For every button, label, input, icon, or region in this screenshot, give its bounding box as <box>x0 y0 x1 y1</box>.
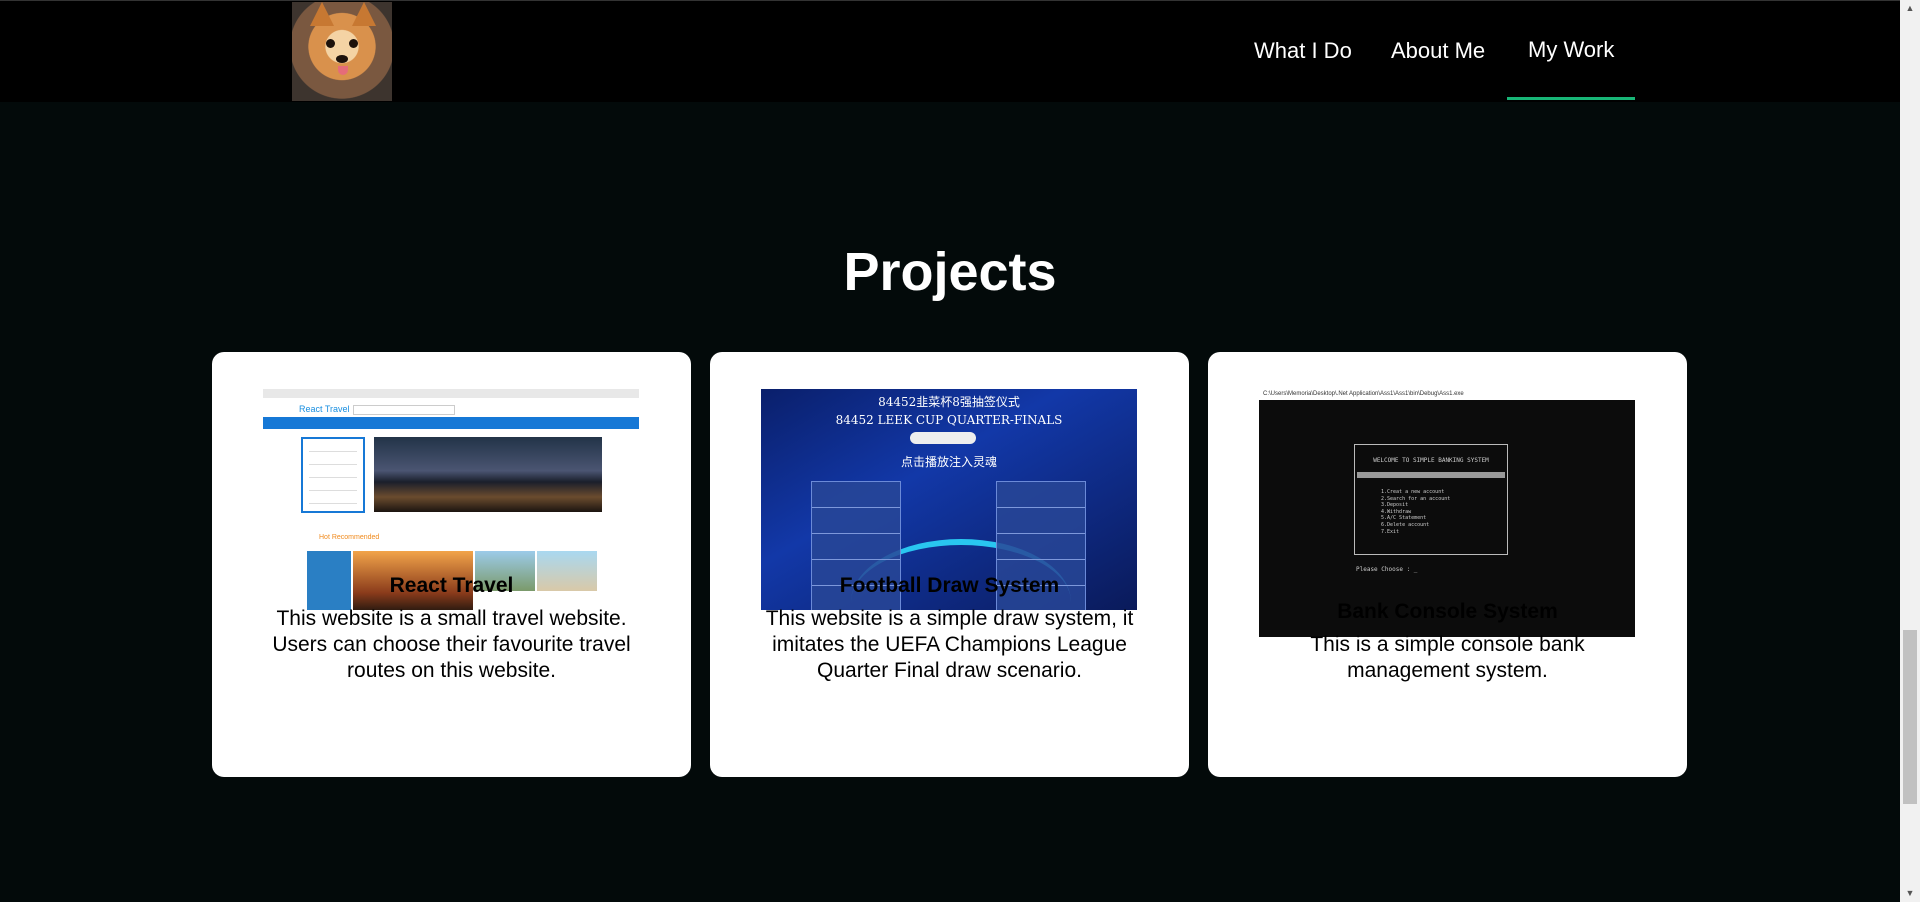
site-topbar <box>263 389 639 398</box>
project-description: This website is a simple draw system, it… <box>765 607 1134 682</box>
console-menu-options: 1.Creat a new account 2.Search for an ac… <box>1381 489 1451 535</box>
nav-link-my-work[interactable]: My Work <box>1528 37 1614 63</box>
project-title: React Travel <box>389 574 514 597</box>
console-window-titlebar: C:\Users\Memoria\Desktop\.Net Applicatio… <box>1259 389 1635 400</box>
active-nav-indicator <box>1507 97 1635 100</box>
site-brand: React Travel <box>299 404 350 414</box>
console-menu-box: WELCOME TO SIMPLE BANKING SYSTEM 1.Creat… <box>1354 444 1508 555</box>
nav-link-about-me[interactable]: About Me <box>1391 38 1485 64</box>
section-title: Projects <box>843 242 1057 303</box>
main-nav: What I Do About Me My Work <box>0 1 1900 102</box>
draw-title-cn: 84452韭菜杯8强抽签仪式 <box>878 395 1020 409</box>
page-scrollbar[interactable]: ▲ ▼ <box>1900 0 1920 902</box>
project-description: This is a simple console bank management… <box>1310 633 1585 682</box>
site-search-box <box>353 405 455 415</box>
site-menu-bar <box>263 417 639 429</box>
project-card-bank-console[interactable]: C:\Users\Memoria\Desktop\.Net Applicatio… <box>1208 352 1687 777</box>
console-prompt: Please Choose : _ <box>1356 566 1418 573</box>
site-side-menu <box>301 437 365 513</box>
audio-player <box>910 432 976 444</box>
scroll-up-arrow-icon[interactable]: ▲ <box>1900 0 1920 17</box>
scroll-down-arrow-icon[interactable]: ▼ <box>1900 885 1920 902</box>
draw-play-hint: 点击播放注入灵魂 <box>900 455 997 469</box>
recommend-label: Hot Recommended <box>319 534 380 541</box>
console-divider <box>1357 472 1505 478</box>
project-title: Bank Console System <box>1337 600 1558 623</box>
project-card-football-draw[interactable]: 84452韭菜杯8强抽签仪式 84452 LEEK CUP QUARTER-FI… <box>710 352 1189 777</box>
city-skyline-image <box>374 437 602 512</box>
draw-title-en: 84452 LEEK CUP QUARTER-FINALS <box>835 413 1063 427</box>
project-title: Football Draw System <box>839 574 1060 597</box>
project-description: This website is a small travel website. … <box>272 607 631 682</box>
nav-link-what-i-do[interactable]: What I Do <box>1254 38 1352 64</box>
console-header: WELCOME TO SIMPLE BANKING SYSTEM <box>1373 457 1489 464</box>
top-navbar: What I Do About Me My Work <box>0 0 1900 102</box>
project-card-react-travel[interactable]: React Travel Hot Recommended React Trave… <box>212 352 691 777</box>
scroll-thumb[interactable] <box>1903 630 1917 804</box>
